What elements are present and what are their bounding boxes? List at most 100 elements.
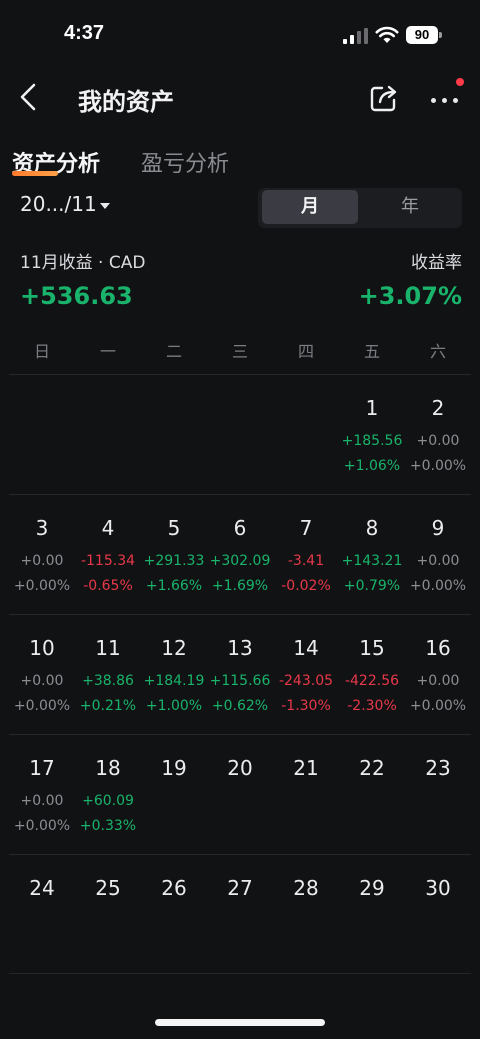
calendar-day-cell[interactable]: 13 +115.66 +0.62% — [207, 615, 273, 735]
day-profit-percent: -0.65% — [83, 578, 133, 594]
day-profit-amount: +0.00 — [416, 553, 460, 569]
home-indicator — [155, 1019, 325, 1026]
calendar-day-cell[interactable]: 30 — [405, 855, 471, 975]
calendar-day-cell[interactable]: 2 +0.00 +0.00% — [405, 375, 471, 495]
calendar-day-cell[interactable]: 11 +38.86 +0.21% — [75, 615, 141, 735]
date-selector-label: 20.../11 — [20, 192, 97, 216]
notification-badge — [456, 78, 464, 86]
calendar-day-cell[interactable]: 26 — [141, 855, 207, 975]
day-profit-percent: +1.69% — [211, 578, 269, 594]
calendar-empty-cell — [207, 375, 273, 495]
day-number: 27 — [227, 876, 253, 900]
tab-active-indicator — [12, 171, 58, 176]
day-number: 15 — [359, 636, 385, 660]
calendar-day-cell[interactable]: 20 — [207, 735, 273, 855]
return-rate-value: +3.07% — [358, 282, 462, 310]
day-profit-amount: +0.00 — [416, 673, 460, 689]
calendar-day-cell[interactable]: 8 +143.21 +0.79% — [339, 495, 405, 615]
weekday-label: 六 — [429, 342, 446, 361]
day-profit-percent: +1.66% — [145, 578, 203, 594]
calendar-empty-cell — [9, 375, 75, 495]
calendar-day-cell[interactable]: 25 — [75, 855, 141, 975]
monthly-income-value: +536.63 — [20, 282, 133, 310]
day-profit-amount: +0.00 — [416, 433, 460, 449]
calendar-day-cell[interactable]: 29 — [339, 855, 405, 975]
toggle-month[interactable]: 月 — [262, 190, 358, 224]
more-options-icon[interactable] — [426, 84, 462, 114]
day-number: 1 — [365, 396, 379, 420]
day-number: 24 — [29, 876, 55, 900]
day-number: 29 — [359, 876, 385, 900]
calendar-week-row: 3 +0.00 +0.00% 4 -115.34 -0.65% 5 +291.33 +1.66%… — [9, 494, 471, 614]
calendar-day-cell[interactable]: 24 — [9, 855, 75, 975]
day-profit-amount: -3.41 — [287, 553, 325, 569]
calendar-day-cell[interactable]: 4 -115.34 -0.65% — [75, 495, 141, 615]
cellular-signal-icon — [343, 28, 368, 44]
day-profit-percent: +0.00% — [409, 698, 467, 714]
share-icon[interactable] — [368, 82, 400, 114]
page-title: 我的资产 — [78, 88, 174, 116]
day-profit-amount: +115.66 — [209, 673, 271, 689]
day-profit-amount: +291.33 — [143, 553, 205, 569]
calendar-day-cell[interactable]: 14 -243.05 -1.30% — [273, 615, 339, 735]
calendar-day-cell[interactable]: 9 +0.00 +0.00% — [405, 495, 471, 615]
calendar-empty-cell — [273, 375, 339, 495]
day-profit-amount: +0.00 — [20, 673, 64, 689]
calendar-day-cell[interactable]: 7 -3.41 -0.02% — [273, 495, 339, 615]
battery-icon: 90 — [406, 26, 442, 44]
wifi-icon — [375, 26, 399, 43]
calendar-day-cell[interactable]: 12 +184.19 +1.00% — [141, 615, 207, 735]
calendar-day-cell[interactable]: 27 — [207, 855, 273, 975]
day-profit-amount: +0.00 — [20, 553, 64, 569]
day-number: 21 — [293, 756, 319, 780]
weekday-label: 五 — [363, 342, 380, 361]
day-number: 25 — [95, 876, 121, 900]
tab-profit-loss-analysis[interactable]: 盈亏分析 — [141, 146, 229, 178]
day-profit-percent: -2.30% — [347, 698, 397, 714]
day-number: 6 — [233, 516, 247, 540]
date-selector[interactable]: 20.../11 — [20, 192, 110, 216]
day-number: 20 — [227, 756, 253, 780]
day-profit-amount: +60.09 — [82, 793, 134, 809]
day-number: 14 — [293, 636, 319, 660]
day-profit-percent: +0.00% — [13, 578, 71, 594]
weekday-label: 二 — [165, 342, 182, 361]
calendar-day-cell[interactable]: 15 -422.56 -2.30% — [339, 615, 405, 735]
calendar-day-cell[interactable]: 1 +185.56 +1.06% — [339, 375, 405, 495]
caret-down-icon — [99, 202, 110, 209]
toggle-year[interactable]: 年 — [362, 190, 458, 224]
calendar-day-cell[interactable]: 10 +0.00 +0.00% — [9, 615, 75, 735]
day-number: 8 — [365, 516, 379, 540]
calendar-day-cell[interactable]: 6 +302.09 +1.69% — [207, 495, 273, 615]
calendar-day-cell[interactable]: 17 +0.00 +0.00% — [9, 735, 75, 855]
calendar-week-row: 17 +0.00 +0.00% 18 +60.09 +0.33% 19 20 21 22 23 — [9, 734, 471, 854]
day-number: 30 — [425, 876, 451, 900]
weekday-label: 三 — [231, 342, 248, 361]
calendar-week-row: 10 +0.00 +0.00% 11 +38.86 +0.21% 12 +184.19 +1.0… — [9, 614, 471, 734]
calendar-day-cell[interactable]: 5 +291.33 +1.66% — [141, 495, 207, 615]
day-profit-percent: +0.21% — [79, 698, 137, 714]
day-profit-amount: +184.19 — [143, 673, 205, 689]
day-profit-percent: +0.00% — [13, 698, 71, 714]
calendar-day-cell[interactable]: 21 — [273, 735, 339, 855]
day-number: 23 — [425, 756, 451, 780]
day-profit-percent: +0.62% — [211, 698, 269, 714]
calendar-day-cell[interactable]: 23 — [405, 735, 471, 855]
calendar-day-cell[interactable]: 28 — [273, 855, 339, 975]
day-number: 13 — [227, 636, 253, 660]
day-number: 12 — [161, 636, 187, 660]
back-arrow-icon[interactable] — [14, 82, 44, 112]
day-number: 2 — [431, 396, 445, 420]
day-profit-amount: +143.21 — [341, 553, 403, 569]
calendar-day-cell[interactable]: 18 +60.09 +0.33% — [75, 735, 141, 855]
calendar-day-cell[interactable]: 19 — [141, 735, 207, 855]
battery-level: 90 — [406, 26, 438, 44]
calendar-day-cell[interactable]: 16 +0.00 +0.00% — [405, 615, 471, 735]
day-number: 28 — [293, 876, 319, 900]
day-number: 10 — [29, 636, 55, 660]
calendar-grid: 1 +185.56 +1.06% 2 +0.00 +0.00% 3 +0.00 +0.00% 4 -… — [9, 374, 471, 974]
calendar-day-cell[interactable]: 22 — [339, 735, 405, 855]
analysis-tabs: 资产分析 盈亏分析 — [0, 140, 480, 184]
calendar-day-cell[interactable]: 3 +0.00 +0.00% — [9, 495, 75, 615]
day-profit-percent: -1.30% — [281, 698, 331, 714]
